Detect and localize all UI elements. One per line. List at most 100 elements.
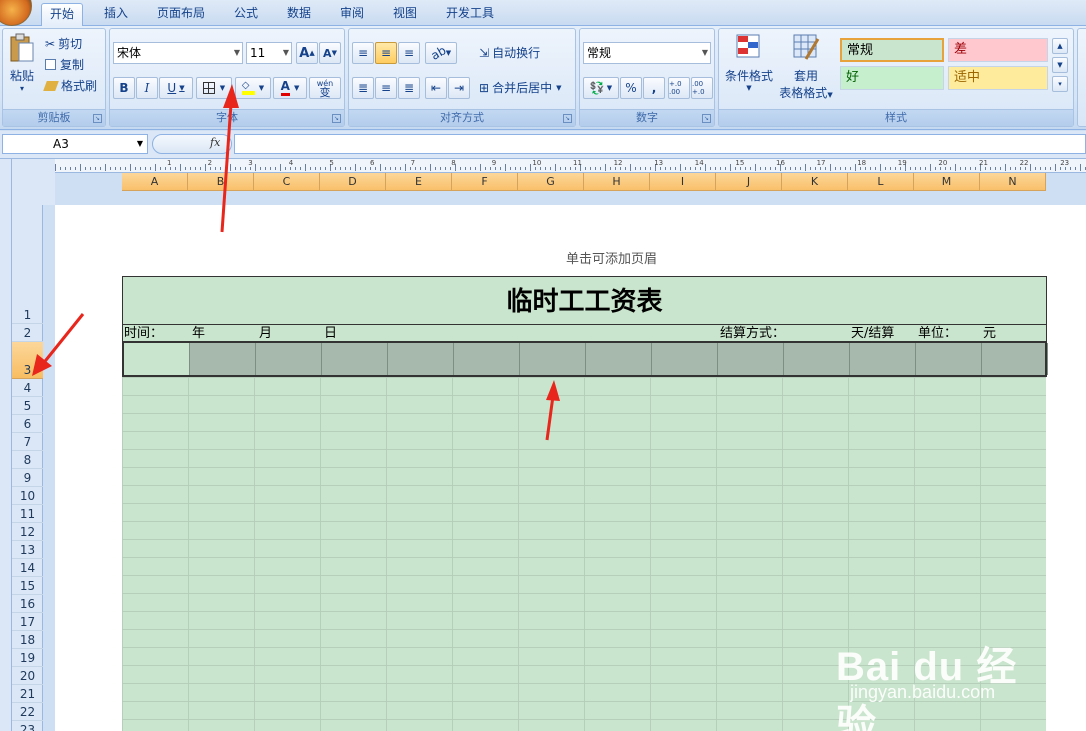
cut-button[interactable]: ✂ 剪切 (45, 35, 82, 52)
percent-button[interactable]: % (620, 77, 642, 99)
align-left-button[interactable]: ≣ (352, 77, 374, 99)
currency-button[interactable]: 💱 ▼ (583, 77, 619, 99)
row-header-12[interactable]: 12 (12, 523, 43, 541)
row3-cell-d[interactable] (322, 343, 388, 375)
row-header-14[interactable]: 14 (12, 559, 43, 577)
format-painter-button[interactable]: 格式刷 (43, 77, 97, 94)
row-header-21[interactable]: 21 (12, 685, 43, 703)
row3-cell-l[interactable] (850, 343, 916, 375)
row-header-8[interactable]: 8 (12, 451, 43, 469)
style-good[interactable]: 好 (840, 66, 944, 90)
increase-decimal-button[interactable]: +.0 .00 (668, 77, 690, 99)
row-header-23[interactable]: 23 (12, 721, 43, 731)
underline-button[interactable]: U ▼ (159, 77, 193, 99)
shrink-font-button[interactable]: A ▼ (319, 42, 341, 64)
wrap-text-button[interactable]: ⇲ 自动换行 (479, 44, 540, 61)
row-header-17[interactable]: 17 (12, 613, 43, 631)
column-header-l[interactable]: L (848, 173, 914, 191)
column-header-m[interactable]: M (914, 173, 980, 191)
font-name-combo[interactable]: 宋体 ▼ (113, 42, 243, 64)
row-header-15[interactable]: 15 (12, 577, 43, 595)
row-header-11[interactable]: 11 (12, 505, 43, 523)
row-header-1[interactable]: 1 (12, 205, 43, 324)
row-header-4[interactable]: 4 (12, 379, 43, 397)
tab-data[interactable]: 数据 (279, 3, 319, 26)
row-header-6[interactable]: 6 (12, 415, 43, 433)
sheet-row-2[interactable]: 时间： 年 月 日 结算方式： 天/结算 单位： 元 (122, 324, 1047, 342)
row-header-13[interactable]: 13 (12, 541, 43, 559)
styles-more-button[interactable]: ▾ (1052, 76, 1068, 92)
style-bad[interactable]: 差 (948, 38, 1048, 62)
align-middle-button[interactable]: ≡ (375, 42, 397, 64)
align-right-button[interactable]: ≣ (398, 77, 420, 99)
alignment-launcher-icon[interactable]: ↘ (563, 114, 572, 123)
copy-button[interactable]: 复制 (45, 56, 84, 73)
align-center-button[interactable]: ≡ (375, 77, 397, 99)
decrease-decimal-button[interactable]: .00 +.0 (691, 77, 713, 99)
column-header-g[interactable]: G (518, 173, 584, 191)
row3-cell-b[interactable] (190, 343, 256, 375)
number-launcher-icon[interactable]: ↘ (702, 114, 711, 123)
increase-indent-button[interactable]: ⇥ (448, 77, 470, 99)
row3-cell-h[interactable] (586, 343, 652, 375)
column-header-h[interactable]: H (584, 173, 650, 191)
tab-home[interactable]: 开始 (41, 3, 84, 26)
decrease-indent-button[interactable]: ⇤ (425, 77, 447, 99)
styles-scroll-down-button[interactable]: ▼ (1052, 57, 1068, 73)
tab-insert[interactable]: 插入 (96, 3, 136, 26)
tab-developer[interactable]: 开发工具 (438, 3, 502, 26)
column-header-i[interactable]: I (650, 173, 716, 191)
column-header-f[interactable]: F (452, 173, 518, 191)
office-button[interactable] (0, 0, 32, 26)
sheet-title[interactable]: 临时工工资表 (122, 276, 1047, 324)
row3-cell-n[interactable] (982, 343, 1048, 375)
align-bottom-button[interactable]: ≡ (398, 42, 420, 64)
row3-cell-f[interactable] (454, 343, 520, 375)
style-normal[interactable]: 常规 (840, 38, 944, 62)
row3-cell-i[interactable] (652, 343, 718, 375)
font-color-button[interactable]: A ▼ (273, 77, 307, 99)
column-header-a[interactable]: A (122, 173, 188, 191)
paste-button[interactable]: 粘贴 ▾ (5, 33, 39, 99)
comma-button[interactable]: , (643, 77, 665, 99)
row3-cell-k[interactable] (784, 343, 850, 375)
tab-review[interactable]: 审阅 (332, 3, 372, 26)
column-header-d[interactable]: D (320, 173, 386, 191)
number-format-combo[interactable]: 常规 ▼ (583, 42, 711, 64)
column-header-e[interactable]: E (386, 173, 452, 191)
row-header-7[interactable]: 7 (12, 433, 43, 451)
page-header-hint[interactable]: 单击可添加页眉 (566, 248, 657, 267)
row3-cell-j[interactable] (718, 343, 784, 375)
formula-input[interactable] (234, 134, 1086, 154)
font-size-combo[interactable]: 11 ▼ (246, 42, 292, 64)
clipboard-launcher-icon[interactable]: ↘ (93, 114, 102, 123)
row3-cell-m[interactable] (916, 343, 982, 375)
italic-button[interactable]: I (136, 77, 158, 99)
tab-formulas[interactable]: 公式 (226, 3, 266, 26)
bold-button[interactable]: B (113, 77, 135, 99)
row3-cell-a[interactable] (124, 343, 190, 375)
row3-cell-e[interactable] (388, 343, 454, 375)
name-box[interactable]: A3 ▼ (2, 134, 148, 154)
tab-view[interactable]: 视图 (385, 3, 425, 26)
tab-page-layout[interactable]: 页面布局 (149, 3, 213, 26)
conditional-format-button[interactable]: 条件格式 ▼ (721, 33, 777, 92)
column-header-n[interactable]: N (980, 173, 1046, 191)
row-header-18[interactable]: 18 (12, 631, 43, 649)
column-header-j[interactable]: J (716, 173, 782, 191)
row-header-22[interactable]: 22 (12, 703, 43, 721)
orientation-button[interactable]: ab ▼ (425, 42, 457, 64)
font-launcher-icon[interactable]: ↘ (332, 114, 341, 123)
row-header-5[interactable]: 5 (12, 397, 43, 415)
selected-row-3[interactable] (122, 341, 1048, 377)
row-header-20[interactable]: 20 (12, 667, 43, 685)
phonetic-button[interactable]: wén 变 (309, 77, 341, 99)
row-header-16[interactable]: 16 (12, 595, 43, 613)
row3-cell-c[interactable] (256, 343, 322, 375)
align-top-button[interactable]: ≡ (352, 42, 374, 64)
merge-center-button[interactable]: ⊞ 合并后居中 ▼ (479, 79, 561, 96)
row-header-9[interactable]: 9 (12, 469, 43, 487)
row-header-19[interactable]: 19 (12, 649, 43, 667)
column-header-c[interactable]: C (254, 173, 320, 191)
format-as-table-button[interactable]: 套用 表格格式▼ (777, 33, 835, 101)
